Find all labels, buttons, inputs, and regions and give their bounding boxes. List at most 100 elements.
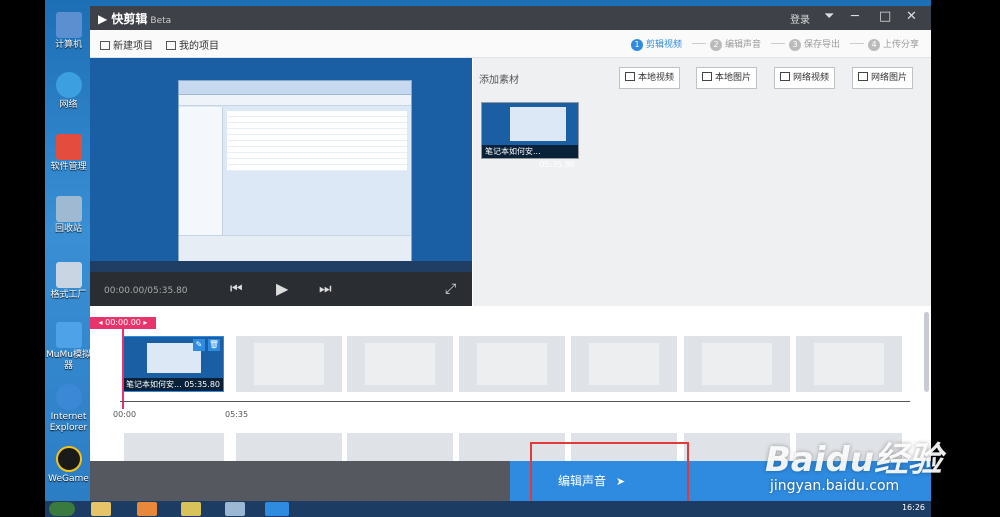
desktop-icon-network[interactable]: 网络 [45,72,92,111]
playback-timestamp: 00:00.00/05:35.80 [104,286,188,296]
step-number: 3 [789,39,801,51]
ie-icon [55,384,82,410]
desktop-icon-recycle-bin[interactable]: 回收站 [45,196,92,235]
step-connector [850,43,864,44]
web-image-button[interactable]: 网络图片 [852,67,914,89]
step-share[interactable]: 4 上传分享 [868,37,919,51]
my-projects-button[interactable]: 我的项目 [166,37,219,52]
library-title: 添加素材 [479,75,519,86]
folder-icon [166,41,176,50]
title-bar: ▶ 快剪辑 Beta 登录 ⏷ ─ □ ✕ [90,6,931,30]
app-taskbar-icon[interactable] [225,502,245,516]
local-video-button[interactable]: 本地视频 [619,67,681,89]
web-image-icon [858,72,868,81]
recycle-bin-icon [55,196,82,222]
media-taskbar-icon[interactable] [137,502,157,516]
step-label: 上传分享 [883,40,920,50]
beta-label: Beta [150,16,172,26]
step-edit-audio[interactable]: 2 编辑声音 [710,37,761,51]
timeline-scrollbar[interactable] [924,312,929,392]
clip-name: 笔记本如何安... [485,147,541,156]
media-library: 添加素材 本地视频 本地图片 网络视频 网络图片 笔记本如何安... 05:35.… [473,58,931,306]
start-button-icon[interactable] [49,502,75,516]
empty-track-slot [347,336,453,392]
app-logo: ▶ 快剪辑 Beta [98,10,171,27]
empty-track-slot [571,336,677,392]
minimize-icon[interactable]: ─ [851,9,859,24]
paint-taskbar-icon[interactable] [181,502,201,516]
icon-label: 网络 [59,100,78,110]
maximize-icon[interactable]: □ [879,9,891,24]
desktop-icon-wegame[interactable]: WeGame [45,446,92,485]
desktop-icon-computer[interactable]: 计算机 [45,12,92,51]
empty-track-slot [124,433,224,461]
play-icon: ▶ [98,12,112,26]
network-icon [55,72,82,98]
app-name: 快剪辑 [111,12,148,26]
image-icon [702,72,712,81]
icon-label: MuMu模拟器 [46,350,91,371]
empty-track-slot [459,336,565,392]
ruler-tick-label: 05:35 [225,410,249,419]
button-label: 本地图片 [715,73,752,83]
icon-label: 回收站 [54,224,82,234]
icon-label: WeGame [48,474,89,484]
wegame-icon [55,446,82,472]
icon-label: 格式工厂 [50,290,87,300]
web-video-button[interactable]: 网络视频 [774,67,836,89]
plus-box-icon [100,41,110,50]
step-export[interactable]: 3 保存导出 [789,37,840,51]
folder-taskbar-icon[interactable] [91,502,111,516]
desktop-icon-software-manager[interactable]: 软件管理 [45,134,92,173]
close-icon[interactable]: ✕ [906,9,917,24]
new-project-label: 新建项目 [113,41,153,52]
video-icon [625,72,635,81]
computer-icon [55,12,82,38]
next-frame-icon[interactable]: ⏭ [319,281,332,297]
fullscreen-icon[interactable]: ⤢ [445,281,456,297]
step-connector [771,43,785,44]
web-video-icon [780,72,790,81]
step-edit-video[interactable]: 1 剪辑视频 [631,37,682,51]
button-label: 网络视频 [793,73,830,83]
step-number: 2 [710,39,722,51]
app-window: ▶ 快剪辑 Beta 登录 ⏷ ─ □ ✕ 新建项目 我的项目 1 剪辑视频 2 编辑… [90,6,931,501]
quick-edit-taskbar-icon[interactable] [265,502,289,516]
new-project-button[interactable]: 新建项目 [100,37,153,52]
time-ruler [120,401,910,402]
playhead-time-marker[interactable]: ◂ 00:00.00 ▸ [90,317,156,329]
step-connector [692,43,706,44]
step-label: 保存导出 [804,40,841,50]
desktop-icon-mumu[interactable]: MuMu模拟器 [45,322,92,372]
clip-duration: 05:35.80 [539,160,575,169]
empty-track-slot [347,433,453,461]
video-preview[interactable] [90,58,472,272]
login-link[interactable]: 登录 [790,11,810,26]
edit-pencil-icon[interactable]: ✎ [193,339,205,351]
clip-caption: 笔记本如何安... 05:35.80 [123,378,223,391]
preview-explorer-window [178,80,412,262]
dropdown-menu-icon[interactable]: ⏷ [824,9,834,24]
mumu-icon [55,322,82,348]
delete-trash-icon[interactable]: 🗑 [208,339,220,351]
playhead-line[interactable] [122,329,124,409]
icon-label: 计算机 [54,40,82,50]
desktop-icon-format-factory[interactable]: 格式工厂 [45,262,92,301]
taskbar: 16:26 [45,501,931,517]
clip-duration: 05:35.80 [184,380,220,389]
video-player: 00:00.00/05:35.80 ⏮ ▶ ⏭ ⤢ [90,58,472,306]
play-icon[interactable]: ▶ [276,279,288,298]
clip-name: 笔记本如何安... [126,380,182,389]
step-number: 4 [868,39,880,51]
timeline-clip[interactable]: ✎ 🗑 笔记本如何安... 05:35.80 [122,336,224,392]
step-label: 编辑声音 [725,40,762,50]
previous-frame-icon[interactable]: ⏮ [230,281,243,297]
menu-bar: 新建项目 我的项目 1 剪辑视频 2 编辑声音 3 保存导出 4 上传分享 [90,30,931,58]
local-image-button[interactable]: 本地图片 [696,67,758,89]
my-projects-label: 我的项目 [179,41,219,52]
desktop-icon-ie[interactable]: Internet Explorer [45,384,92,434]
library-clip-thumbnail[interactable]: 笔记本如何安... 05:35.80 [481,102,579,169]
highlight-annotation-box [530,442,689,508]
empty-track-slot [236,336,342,392]
watermark-logo: Baidu经验 [765,440,943,480]
